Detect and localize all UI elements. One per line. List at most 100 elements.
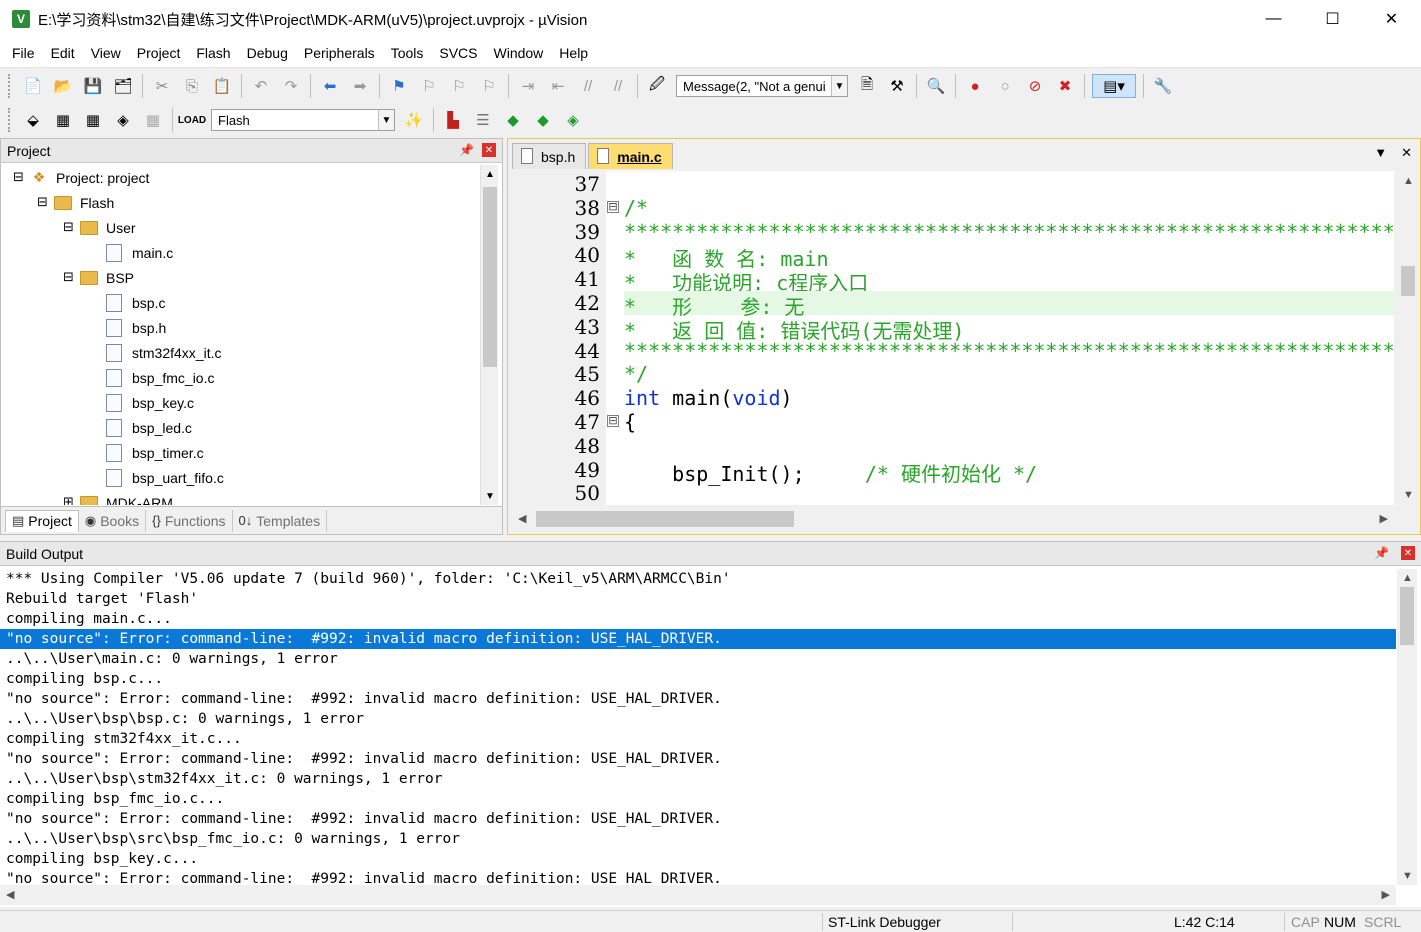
paste-icon[interactable]: 📋: [210, 74, 234, 98]
tree-item[interactable]: bsp_fmc_io.c: [89, 365, 214, 390]
find-combo[interactable]: Message(2, "Not a genui ▼: [676, 75, 848, 97]
tab-books[interactable]: ◉ Books: [79, 509, 147, 532]
menu-file[interactable]: File: [4, 45, 43, 61]
tree-item[interactable]: bsp_led.c: [89, 415, 192, 440]
bookmark-icon[interactable]: ⚑: [387, 74, 411, 98]
window-layout-icon[interactable]: ▤▾: [1092, 74, 1136, 98]
open-file-icon[interactable]: 📂: [51, 74, 75, 98]
editor-tab-main-c[interactable]: main.c: [588, 143, 673, 169]
tree-item[interactable]: stm32f4xx_it.c: [89, 340, 221, 365]
fold-toggle-icon[interactable]: ⊟: [607, 415, 619, 427]
insert-breakpoint-icon[interactable]: ●: [963, 74, 987, 98]
manage-components-icon[interactable]: ◈: [561, 108, 585, 132]
build-output-line[interactable]: compiling bsp.c...: [0, 669, 1396, 689]
unindent-icon[interactable]: ⇤: [546, 74, 570, 98]
target-select[interactable]: Flash ▼: [211, 109, 395, 131]
build-output-line[interactable]: Rebuild target 'Flash': [0, 589, 1396, 609]
debug-session-icon[interactable]: 🔍: [924, 74, 948, 98]
tab-functions[interactable]: {} Functions: [146, 509, 233, 532]
incremental-find-icon[interactable]: 🗎: [855, 74, 879, 98]
fold-toggle-icon[interactable]: ⊟: [607, 200, 619, 213]
rebuild-icon[interactable]: ▦: [81, 108, 105, 132]
build-output-line[interactable]: compiling bsp_fmc_io.c...: [0, 789, 1396, 809]
menu-debug[interactable]: Debug: [239, 45, 296, 61]
target-options-icon[interactable]: ✨: [402, 108, 426, 132]
download-icon[interactable]: LOAD: [178, 108, 206, 132]
build-output-line[interactable]: "no source": Error: command-line: #992: …: [0, 809, 1396, 829]
translate-icon[interactable]: ⬙: [21, 108, 45, 132]
build-output-vertical-scrollbar[interactable]: ▲ ▼: [1397, 569, 1417, 885]
save-all-icon[interactable]: 🗂: [111, 74, 135, 98]
tree-item[interactable]: ⊟ Flash: [37, 190, 114, 215]
clear-bookmarks-icon[interactable]: ⚐: [477, 74, 501, 98]
collapse-icon[interactable]: ⊟: [37, 195, 48, 208]
tree-item[interactable]: ⊞ MDK-ARM: [63, 490, 173, 505]
scroll-down-icon[interactable]: ▼: [481, 487, 499, 505]
chevron-down-icon[interactable]: ▼: [378, 110, 394, 130]
menu-edit[interactable]: Edit: [43, 45, 83, 61]
toolbar-grip[interactable]: [8, 108, 12, 132]
collapse-icon[interactable]: ⊟: [63, 220, 74, 233]
build-output-horizontal-scrollbar[interactable]: ◀ ▶: [0, 885, 1396, 905]
build-output-line[interactable]: *** Using Compiler 'V5.06 update 7 (buil…: [0, 569, 1396, 589]
tree-item[interactable]: ⊟ ❖ Project: project: [13, 165, 149, 190]
pin-icon[interactable]: 📌: [1374, 546, 1389, 560]
chevron-down-icon[interactable]: ▼: [831, 76, 847, 96]
project-tree-scrollbar[interactable]: ▲ ▼: [480, 165, 498, 505]
next-bookmark-icon[interactable]: ⚐: [447, 74, 471, 98]
scrollbar-thumb[interactable]: [536, 511, 794, 527]
editor-tab-bsp-h[interactable]: bsp.h: [512, 143, 587, 169]
tree-item[interactable]: ⊟ User: [63, 215, 136, 240]
build-output-line[interactable]: compiling main.c...: [0, 609, 1396, 629]
scrollbar-thumb[interactable]: [1400, 587, 1414, 645]
expand-icon[interactable]: ⊞: [63, 495, 74, 505]
menu-tools[interactable]: Tools: [383, 45, 432, 61]
menu-svcs[interactable]: SVCS: [431, 45, 485, 61]
build-output-line[interactable]: ..\..\User\main.c: 0 warnings, 1 error: [0, 649, 1396, 669]
save-icon[interactable]: 💾: [81, 74, 105, 98]
comment-icon[interactable]: //: [576, 74, 600, 98]
redo-icon[interactable]: ↷: [279, 74, 303, 98]
build-output-line[interactable]: "no source": Error: command-line: #992: …: [0, 629, 1396, 649]
menu-peripherals[interactable]: Peripherals: [296, 45, 383, 61]
scroll-left-icon[interactable]: ◀: [518, 512, 526, 525]
tree-item[interactable]: ⊟ BSP: [63, 265, 134, 290]
build-output-line[interactable]: ..\..\User\bsp\stm32f4xx_it.c: 0 warning…: [0, 769, 1396, 789]
collapse-icon[interactable]: ⊟: [13, 170, 24, 183]
tree-item[interactable]: main.c: [89, 240, 173, 265]
tree-item[interactable]: bsp_timer.c: [89, 440, 204, 465]
indent-icon[interactable]: ⇥: [516, 74, 540, 98]
pin-icon[interactable]: 📌: [459, 143, 474, 157]
manage-project-items-icon[interactable]: ▙: [441, 108, 465, 132]
build-output-line[interactable]: compiling stm32f4xx_it.c...: [0, 729, 1396, 749]
scroll-right-icon[interactable]: ▶: [1382, 888, 1390, 901]
build-output-line[interactable]: "no source": Error: command-line: #992: …: [0, 689, 1396, 709]
disable-breakpoints-icon[interactable]: ⊘: [1023, 74, 1047, 98]
pack-installer-icon[interactable]: ◆: [501, 108, 525, 132]
scroll-down-icon[interactable]: ▼: [1402, 870, 1413, 882]
new-file-icon[interactable]: 📄: [21, 74, 45, 98]
close-icon[interactable]: ✕: [482, 143, 496, 157]
tree-item[interactable]: bsp.h: [89, 315, 166, 340]
enable-breakpoint-icon[interactable]: ○: [993, 74, 1017, 98]
stop-build-icon[interactable]: ▦: [141, 108, 165, 132]
editor-vertical-scrollbar[interactable]: ▲ ▼: [1396, 171, 1420, 505]
select-packs-icon[interactable]: ☰: [471, 108, 495, 132]
uncomment-icon[interactable]: //: [606, 74, 630, 98]
editor-horizontal-scrollbar[interactable]: ◀ ▶: [512, 507, 1394, 531]
scroll-up-icon[interactable]: ▲: [1402, 572, 1413, 584]
minimize-button[interactable]: —: [1244, 0, 1303, 38]
tab-templates[interactable]: 0↓ Templates: [233, 509, 328, 532]
scroll-up-icon[interactable]: ▲: [481, 165, 499, 183]
batch-build-icon[interactable]: ◈: [111, 108, 135, 132]
tree-item[interactable]: bsp_uart_fifo.c: [89, 465, 224, 490]
build-output-line[interactable]: ..\..\User\bsp\bsp.c: 0 warnings, 1 erro…: [0, 709, 1396, 729]
scroll-up-icon[interactable]: ▲: [1403, 175, 1414, 187]
build-icon[interactable]: ▦: [51, 108, 75, 132]
scroll-left-icon[interactable]: ◀: [6, 888, 14, 901]
scroll-right-icon[interactable]: ▶: [1380, 512, 1388, 525]
find-in-files-icon[interactable]: 🖉: [645, 74, 669, 98]
configure-icon[interactable]: 🔧: [1151, 74, 1175, 98]
tree-item[interactable]: bsp.c: [89, 290, 165, 315]
find-replace-icon[interactable]: ⚒: [885, 74, 909, 98]
